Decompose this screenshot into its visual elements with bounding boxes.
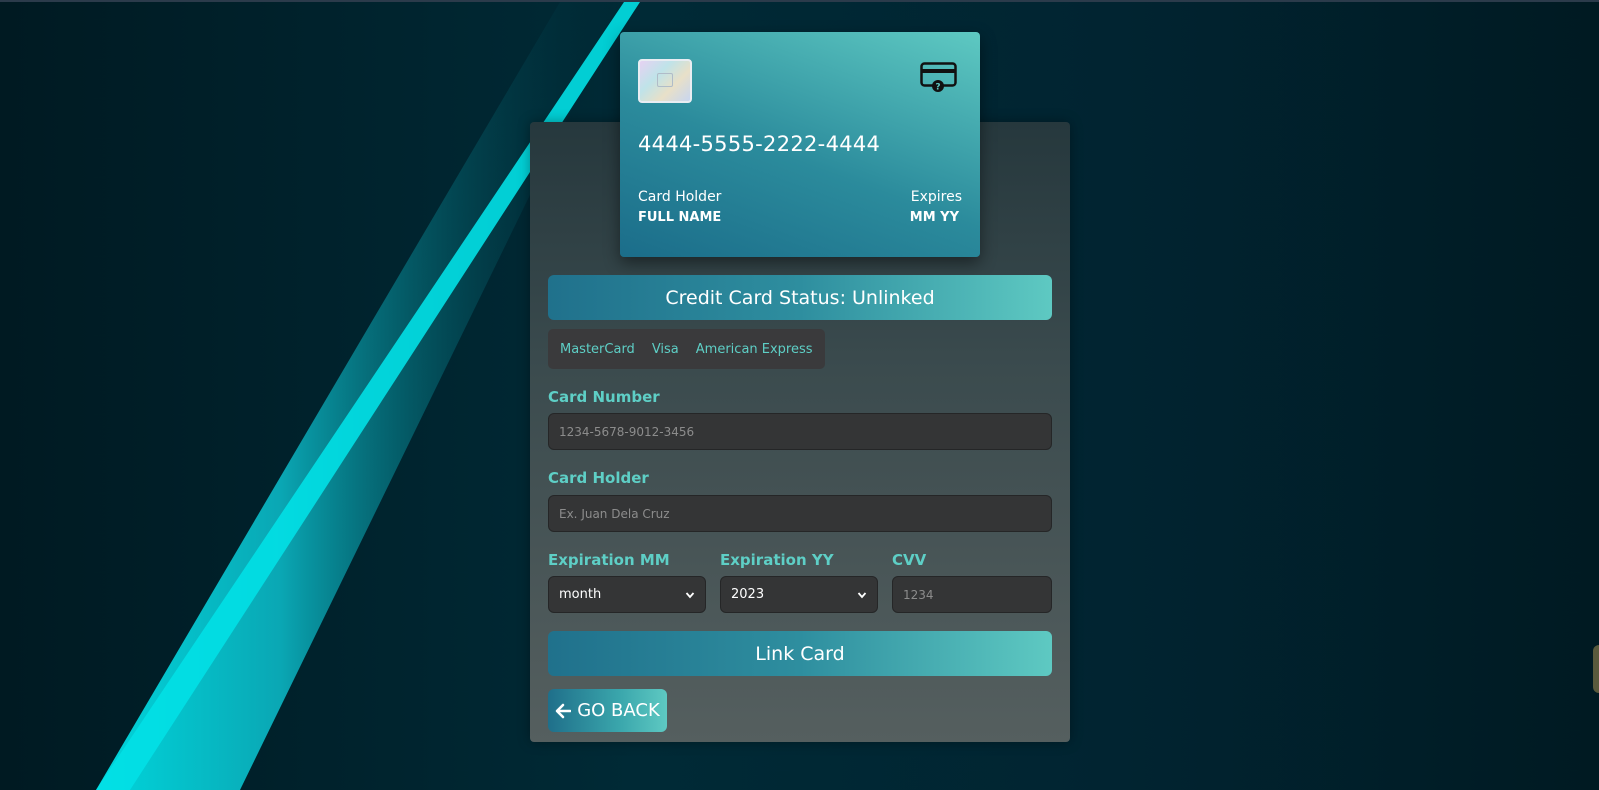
card-chip-icon: [638, 59, 692, 103]
card-status-text: Credit Card Status: Unlinked: [665, 286, 935, 309]
link-card-label: Link Card: [755, 642, 845, 665]
link-card-button[interactable]: Link Card: [548, 631, 1052, 676]
go-back-label: GO BACK: [577, 700, 660, 721]
top-border: [0, 0, 1599, 2]
go-back-button[interactable]: GO BACK: [548, 689, 667, 732]
cvv-input[interactable]: [892, 576, 1052, 613]
svg-text:?: ?: [935, 83, 940, 93]
card-number-input[interactable]: [548, 413, 1052, 450]
card-number-display: 4444-5555-2222-4444: [638, 132, 881, 156]
card-status-banner: Credit Card Status: Unlinked: [548, 275, 1052, 320]
side-handle[interactable]: [1593, 645, 1599, 693]
expires-value: MM YY: [909, 210, 959, 225]
chevron-down-icon: [685, 591, 695, 598]
brand-visa[interactable]: Visa: [652, 342, 679, 357]
expiration-month-select[interactable]: month: [548, 576, 706, 613]
credit-card-preview: ? 4444-5555-2222-4444 Card Holder FULL N…: [620, 32, 980, 257]
arrow-left-icon: [555, 703, 572, 718]
cvv-label: CVV: [892, 551, 927, 569]
expiration-month-value: month: [559, 587, 602, 602]
expiration-month-label: Expiration MM: [548, 551, 670, 569]
card-holder-label: Card Holder: [638, 189, 722, 205]
card-holder-input[interactable]: [548, 495, 1052, 532]
expiration-year-label: Expiration YY: [720, 551, 834, 569]
chevron-down-icon: [857, 591, 867, 598]
card-holder-name: FULL NAME: [638, 210, 722, 225]
brand-american-express[interactable]: American Express: [696, 342, 813, 357]
credit-card-question-icon: ?: [920, 62, 957, 93]
expiration-year-value: 2023: [731, 587, 765, 602]
brand-mastercard[interactable]: MasterCard: [560, 342, 635, 357]
card-holder-field-label: Card Holder: [548, 469, 649, 487]
card-brand-tabs: MasterCard Visa American Express: [548, 329, 825, 369]
expiration-year-select[interactable]: 2023: [720, 576, 878, 613]
expires-label: Expires: [910, 189, 962, 205]
card-number-label: Card Number: [548, 388, 660, 406]
